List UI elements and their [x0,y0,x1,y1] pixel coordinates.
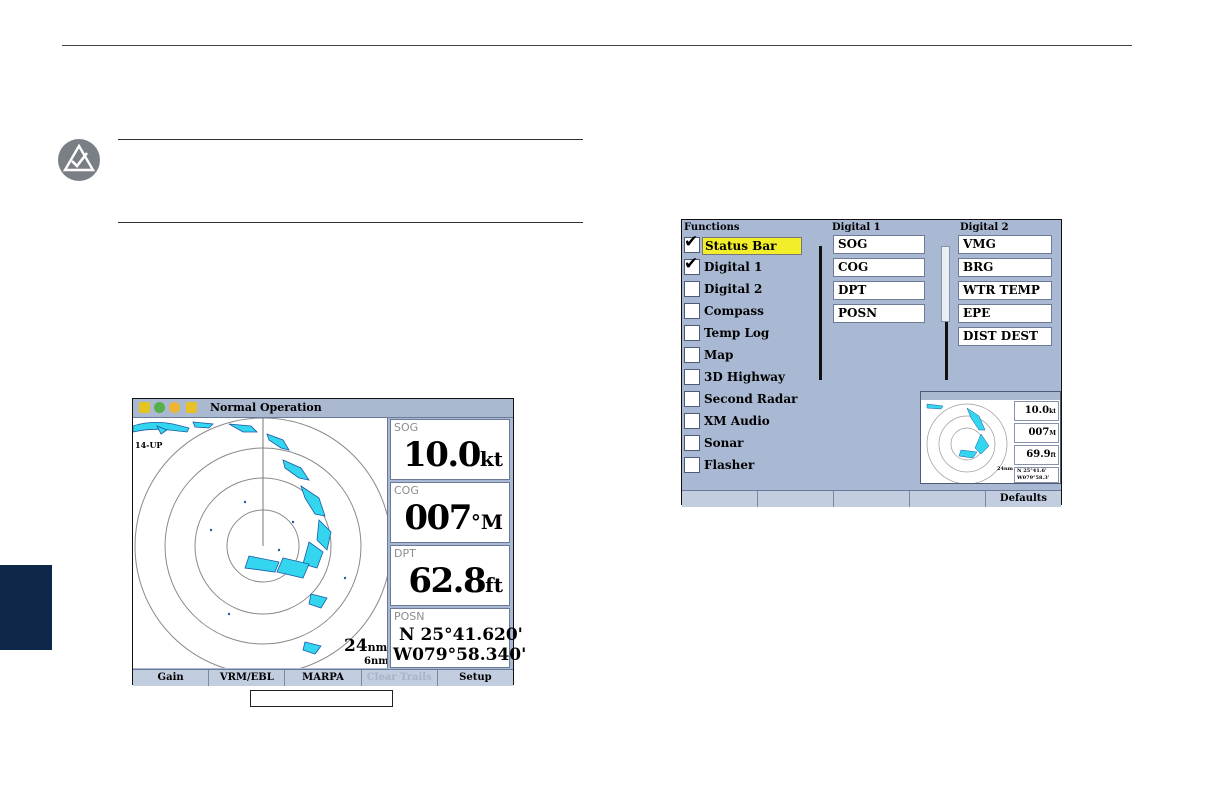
preview-sog: 10.0kt [1014,401,1059,421]
function-label: Status Bar [702,237,802,255]
data-field-sog[interactable]: SOG 10.0kt [390,419,510,480]
softkey-vrm-ebl[interactable]: VRM/EBL [209,670,286,686]
softkey-3[interactable] [834,491,910,507]
data-field-cog[interactable]: COG 007°M [390,482,510,543]
preview-cog: 007M [1014,423,1059,443]
checkmark-icon: ✔ [684,232,699,252]
function-item[interactable]: Digital 2 [684,279,808,299]
data-field-posn[interactable]: POSN N 25°41.620' W079°58.340' [390,608,526,668]
softkey-1[interactable] [682,491,758,507]
orientation-label: 14-UP [135,440,163,450]
function-label: Digital 1 [704,260,763,274]
battery-icon [186,402,197,413]
digital2-field[interactable]: WTR TEMP [958,281,1052,300]
function-item[interactable]: Second Radar [684,389,808,409]
softkey-2[interactable] [758,491,834,507]
digital2-field[interactable]: DIST DEST [958,327,1052,346]
radar-screen: Normal Operation 14-UP 24nm 6nm SOG 10.0… [132,398,526,686]
setup-softkey-bar: Defaults [682,490,1061,507]
preview-range: 24nm [997,466,1013,472]
note-icon [58,139,100,181]
function-label: Flasher [704,458,755,472]
alarm-icon [169,402,180,413]
function-item[interactable]: ✔ Status Bar [684,232,808,255]
range-ring: 6nm [364,656,388,667]
checkbox[interactable] [684,413,700,429]
function-item[interactable]: XM Audio [684,411,808,431]
checkbox[interactable] [684,435,700,451]
digital1-field[interactable]: POSN [833,304,925,323]
radar-scope-graphic [133,418,387,668]
digital2-field[interactable]: VMG [958,235,1052,254]
range-outer: 24nm [344,636,388,656]
digital2-header: Digital 2 [960,222,1009,233]
preview-status-bar [921,392,1060,400]
function-label: Temp Log [704,326,770,340]
posn-latitude: N 25°41.620' [399,625,523,645]
digital1-field[interactable]: COG [833,258,925,277]
digital2-scroll-slider[interactable] [941,246,950,322]
function-item[interactable]: 3D Highway [684,367,808,387]
function-item[interactable]: Flasher [684,455,808,475]
function-label: XM Audio [704,414,770,428]
softkey-defaults[interactable]: Defaults [986,491,1061,507]
digital1-field[interactable]: DPT [833,281,925,300]
status-title: Normal Operation [210,401,322,414]
function-item[interactable]: Map [684,345,808,365]
data-bar-setup-screen: Functions Digital 1 Digital 2 ✔ Status Ba… [681,219,1062,507]
posn-longitude: W079°58.340' [393,645,527,665]
checkbox[interactable] [684,369,700,385]
softkey-clear-trails[interactable]: Clear Trails [362,670,438,686]
function-label: Sonar [704,436,744,450]
status-bar: Normal Operation [133,399,513,418]
checkbox[interactable] [684,457,700,473]
checkbox[interactable] [684,325,700,341]
function-item[interactable]: Sonar [684,433,808,453]
softkey-4[interactable] [910,491,986,507]
digital1-divider [819,246,822,380]
figure-caption-box [250,690,393,707]
checkbox[interactable] [684,391,700,407]
top-rule [62,45,1132,46]
function-label: Second Radar [704,392,798,406]
function-item[interactable]: Temp Log [684,323,808,343]
checkmark-icon: ✔ [684,254,699,274]
softkey-setup[interactable]: Setup [438,670,513,686]
digital2-field[interactable]: EPE [958,304,1052,323]
layout-preview: 10.0kt 007M 69.9ft N 25°41.6' W079°58.3' … [920,391,1061,484]
function-label: 3D Highway [704,370,786,384]
data-field-dpt[interactable]: DPT 62.8ft [390,545,510,606]
note-rule-top [118,139,583,140]
preview-dpt: 69.9ft [1014,445,1059,465]
digital1-header: Digital 1 [832,222,881,233]
checkbox[interactable] [684,347,700,363]
function-item[interactable]: ✔ Digital 1 [684,254,808,277]
function-label: Map [704,348,734,362]
signal-icon [154,402,165,413]
digital2-field[interactable]: BRG [958,258,1052,277]
checkbox[interactable] [684,303,700,319]
radar-scope[interactable]: 14-UP 24nm 6nm [133,418,388,668]
function-label: Digital 2 [704,282,763,296]
softkey-marpa[interactable]: MARPA [285,670,362,686]
section-tab [0,565,52,650]
note-rule-bottom [118,222,583,223]
checkbox[interactable] [684,281,700,297]
function-label: Compass [704,304,764,318]
softkey-gain[interactable]: Gain [133,670,210,686]
function-item[interactable]: Compass [684,301,808,321]
digital1-field[interactable]: SOG [833,235,925,254]
radar-softkey-bar: Gain VRM/EBL MARPA Clear Trails Setup [133,669,513,686]
gps-status-icon [139,402,150,413]
preview-posn: N 25°41.6' W079°58.3' [1014,467,1059,483]
